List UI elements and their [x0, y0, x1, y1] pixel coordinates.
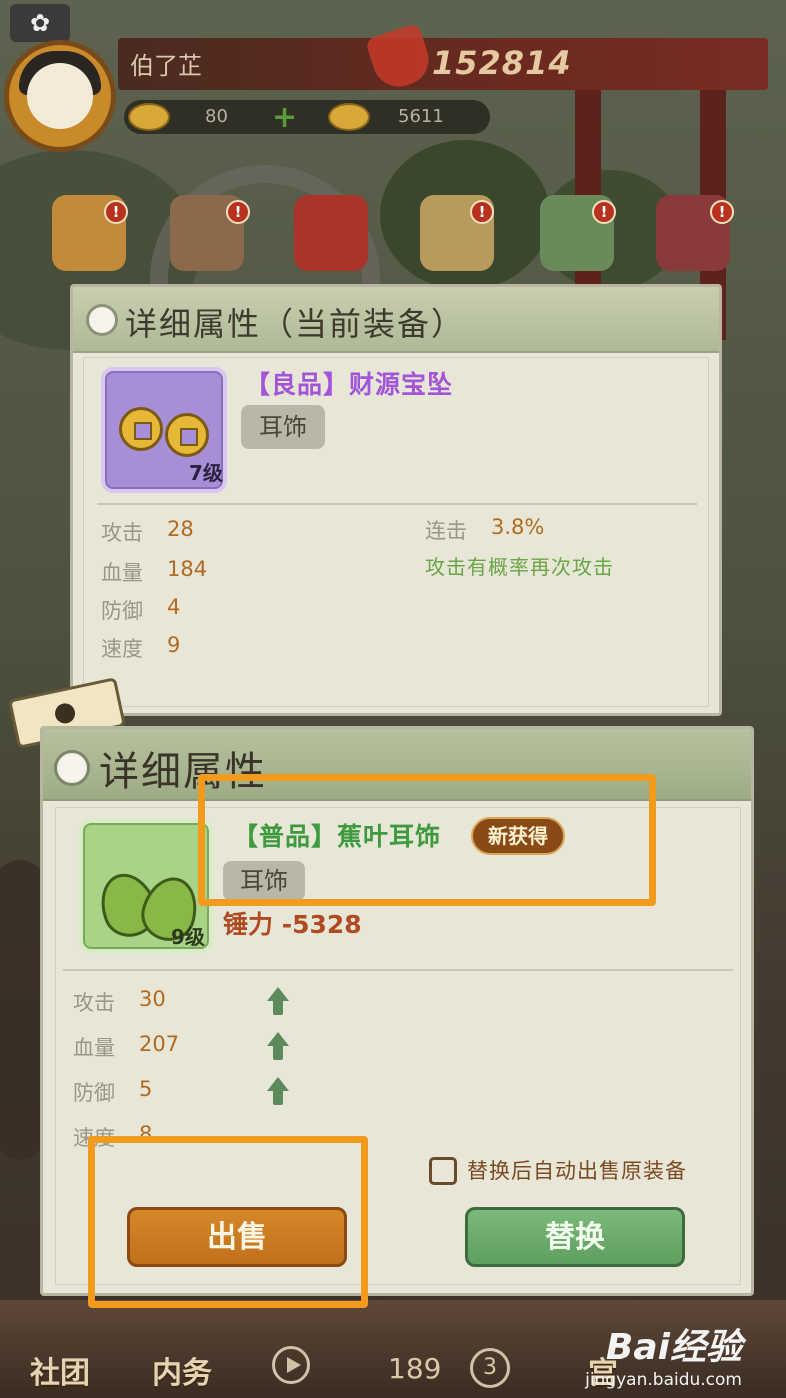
current-equipment-panel: 详细属性（当前装备） 7级 【良品】财源宝坠 耳饰 攻击 28 血量 184 防… [70, 284, 722, 716]
player-name: 伯了芷 [130, 52, 202, 80]
ingot-icon [328, 103, 370, 131]
power-change: 锤力 -5328 [223, 910, 362, 939]
auto-sell-label[interactable]: 替换后自动出售原装备 [467, 1155, 687, 1185]
top-status-bar: ✿ 伯了芷 152814 80 + 5611 [0, 0, 786, 160]
nav-guild[interactable]: 社团 [30, 1348, 90, 1392]
gold-coin-icon [128, 103, 170, 131]
flower-icon [57, 753, 87, 783]
stat-label: 血量 [73, 1036, 115, 1060]
gold-currency-value: 80 [205, 106, 228, 127]
baidu-watermark: Bai经验 jingyan.baidu.com [585, 1318, 742, 1390]
stat-value: 30 [139, 987, 166, 1011]
item-level: 9级 [171, 925, 205, 949]
divider [63, 969, 733, 971]
watermark-logo: Bai经验 [605, 1327, 742, 1368]
watermark-url: jingyan.baidu.com [585, 1370, 742, 1390]
panel-header: 详细属性（当前装备） [73, 287, 719, 353]
combat-power-value: 152814 [432, 44, 572, 82]
ingot-currency-value: 5611 [398, 106, 444, 127]
replace-button[interactable]: 替换 [465, 1207, 685, 1267]
stat-label: 防御 [73, 1081, 115, 1105]
stat-label: 攻击 [101, 521, 143, 545]
stat-value: 4 [167, 595, 181, 619]
highlight-box-sell [88, 1136, 368, 1308]
alert-badge-icon: ! [592, 200, 616, 224]
flag-icon[interactable]: ✿ [10, 4, 70, 42]
alert-badge-icon: ! [104, 200, 128, 224]
player-avatar[interactable] [4, 40, 116, 152]
stat-value: 9 [167, 633, 181, 657]
leaf-earring-icon: 9级 [79, 819, 213, 953]
stat-up-arrow-icon [267, 1077, 289, 1107]
divider [97, 503, 697, 505]
item-level: 7级 [189, 461, 223, 485]
stat-label: 血量 [101, 561, 143, 585]
play-icon[interactable] [272, 1346, 310, 1384]
auto-sell-checkbox[interactable] [429, 1157, 457, 1185]
add-currency-button[interactable]: + [272, 100, 297, 135]
stat-up-arrow-icon [267, 1032, 289, 1062]
alert-badge-icon: ! [226, 200, 250, 224]
stat-label: 速度 [101, 637, 143, 661]
item-type-tag: 耳饰 [241, 405, 325, 449]
nav-affairs[interactable]: 内务 [152, 1348, 212, 1392]
nav-circle-badge[interactable]: 3 [470, 1348, 510, 1388]
special-stat-value: 3.8% [491, 515, 545, 539]
item-name: 【良品】财源宝坠 [245, 370, 454, 399]
stat-value: 28 [167, 517, 194, 541]
stat-value: 184 [167, 557, 208, 581]
flower-icon [89, 307, 115, 333]
panel-title: 详细属性（当前装备） [125, 305, 466, 343]
stat-up-arrow-icon [267, 987, 289, 1017]
special-stat-label: 连击 [425, 519, 467, 543]
stat-value: 5 [139, 1077, 153, 1101]
shrine-icon[interactable] [294, 195, 368, 271]
stat-value: 207 [139, 1032, 180, 1056]
special-stat-description: 攻击有概率再次攻击 [425, 555, 614, 579]
alert-badge-icon: ! [470, 200, 494, 224]
coin-earring-icon: 7级 [101, 367, 227, 493]
alert-badge-icon: ! [710, 200, 734, 224]
stat-label: 攻击 [73, 991, 115, 1015]
nav-count: 189 [388, 1352, 442, 1385]
highlight-box-item-name [198, 774, 656, 906]
stat-label: 防御 [101, 599, 143, 623]
